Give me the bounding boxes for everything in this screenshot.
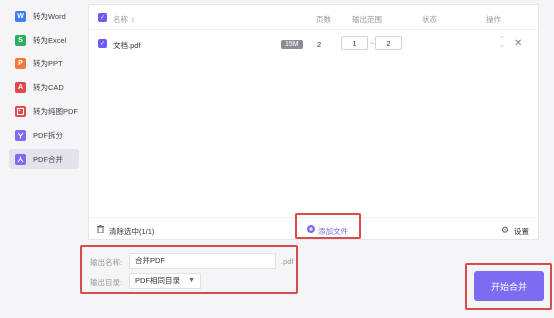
sidebar-item-to-ppt[interactable]: P 转为PPT [9,53,79,73]
output-dir-value: PDF相同目录 [135,276,180,285]
output-name-input[interactable]: 合并PDF [129,253,276,269]
word-icon: W [15,10,26,22]
output-extension: .pdf [281,257,294,266]
column-name-header[interactable]: 名称 ⇕ [113,14,135,25]
output-dir-select[interactable]: PDF相同目录 ▼ [129,273,201,289]
start-merge-button[interactable]: 开始合并 [474,271,544,301]
clear-selected-button[interactable]: 清除选中(1/1) [109,226,154,237]
file-name: 文档.pdf [113,41,141,50]
row-checkbox[interactable]: ✓ [98,39,107,48]
sidebar-item-label: PDF拆分 [33,130,63,140]
cad-icon: A [15,81,26,93]
image-pdf-icon [15,105,26,117]
column-pages-header: 页数 [316,15,331,24]
chevron-down-icon: ▼ [188,277,195,284]
excel-icon: S [15,34,26,46]
add-file-highlight [295,213,361,239]
sidebar-item-label: 转为PPT [33,58,63,68]
column-action-header: 操作 [486,15,501,24]
sidebar-item-pdf-merge[interactable]: PDF合并 [9,149,79,169]
page-count: 2 [317,40,322,49]
select-all-checkbox[interactable]: ✓ [98,13,107,22]
table-row[interactable]: ✓ 文档.pdf 15M 2 1 ~ 2 ⌃ ⌄ ✕ [89,35,538,59]
sidebar-item-label: 转为纯图PDF [33,106,78,116]
sidebar-item-to-image-pdf[interactable]: 转为纯图PDF [9,101,79,121]
table-header: ✓ 名称 ⇕ 页数 输出范围 状态 操作 [89,5,538,30]
sidebar-item-label: 转为Word [33,11,66,21]
file-size-badge: 15M [281,40,303,49]
remove-file-icon[interactable]: ✕ [514,38,522,49]
output-dir-label: 输出目录: [90,278,123,287]
sidebar-item-to-word[interactable]: W 转为Word [9,6,79,26]
sidebar-item-label: 转为CAD [33,82,64,92]
output-name-label: 输出名称: [90,258,123,267]
column-status-header: 状态 [422,15,437,24]
sort-icon: ⇕ [130,18,136,24]
app-window: W 转为Word S 转为Excel P 转为PPT A 转为CAD 转为纯图P… [0,0,554,318]
column-range-header: 输出范围 [352,15,382,24]
sidebar: W 转为Word S 转为Excel P 转为PPT A 转为CAD 转为纯图P… [0,0,82,318]
range-separator: ~ [370,39,375,48]
settings-button[interactable]: 设置 [514,226,529,237]
ppt-icon: P [15,57,26,69]
gear-icon[interactable]: ⚙ [501,225,509,236]
sidebar-item-label: PDF合并 [33,154,63,164]
split-icon [15,129,26,141]
sidebar-item-pdf-split[interactable]: PDF拆分 [9,125,79,145]
reorder-handle-icon[interactable]: ⌃ ⌄ [499,36,505,49]
merge-icon [15,153,26,165]
sidebar-item-to-cad[interactable]: A 转为CAD [9,77,79,97]
file-list-panel: ✓ 名称 ⇕ 页数 输出范围 状态 操作 ✓ 文档.pdf 15M 2 1 ~ 2… [88,4,539,240]
trash-icon[interactable] [97,225,104,235]
sidebar-item-label: 转为Excel [33,35,67,45]
range-to-input[interactable]: 2 [375,36,402,50]
range-from-input[interactable]: 1 [341,36,368,50]
sidebar-item-to-excel[interactable]: S 转为Excel [9,30,79,50]
